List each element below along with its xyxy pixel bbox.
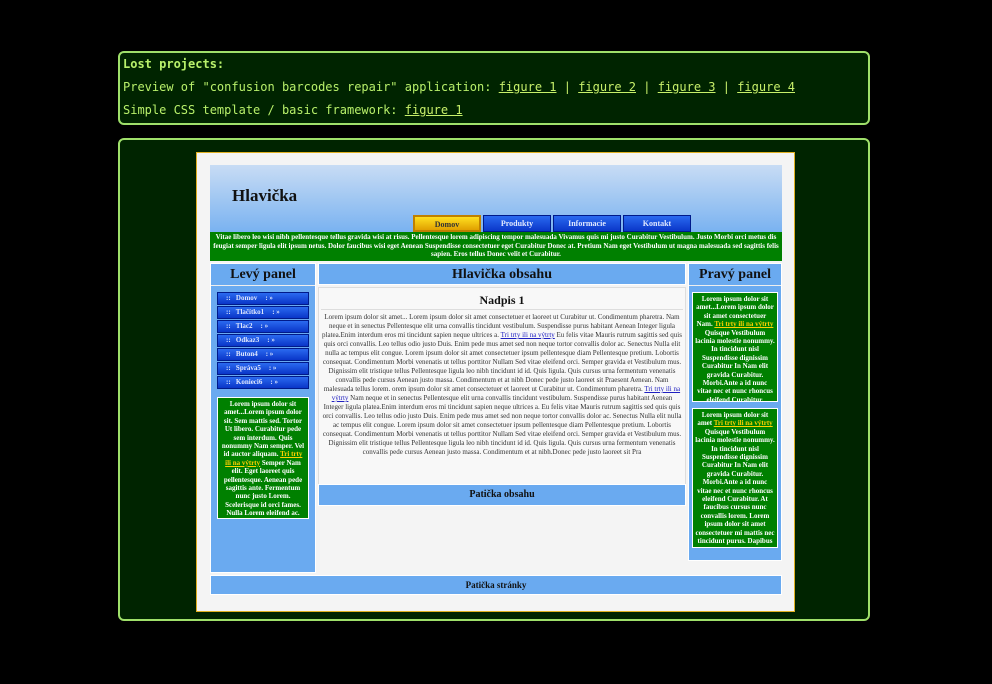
separator: |: [722, 80, 730, 94]
content-footer: Patička obsahu: [318, 484, 686, 506]
page-footer: Patička stránky: [210, 575, 782, 595]
right-panel-title: Pravý panel: [689, 264, 781, 286]
content-area: Hlavička obsahu Nadpis 1 Lorem ipsum dol…: [318, 263, 686, 573]
article-text: Lorem ipsum dolor sit amet... Lorem ipsu…: [322, 313, 682, 456]
lost-projects-title: Lost projects:: [123, 57, 225, 71]
template-text: Simple CSS template / basic framework:: [123, 103, 398, 117]
right-info-box-2: Lorem ipsum dolor sit amet Tri trty ili …: [692, 408, 778, 548]
right-box-2-link[interactable]: Tri trty ili na výtrty: [714, 419, 773, 427]
separator: |: [643, 80, 651, 94]
template-screenshot: Hlavička Domov Produkty Informacie Konta…: [196, 152, 795, 612]
menu-item-button4[interactable]: :: Buton4: »: [217, 348, 309, 361]
menu-item-message5[interactable]: :: Správa5: »: [217, 362, 309, 375]
menu-item-button2[interactable]: :: Tlac2: »: [217, 320, 309, 333]
preview-figure-3-link[interactable]: figure 3: [658, 80, 716, 94]
nav-tab-contact[interactable]: Kontakt: [623, 215, 691, 232]
article: Nadpis 1 Lorem ipsum dolor sit amet... L…: [318, 287, 686, 493]
header-title: Hlavička: [232, 186, 298, 205]
right-panel: Pravý panel Lorem ipsum dolor sit amet..…: [688, 263, 782, 561]
preview-figure-2-link[interactable]: figure 2: [578, 80, 636, 94]
left-menu: :: Domov: » :: Tlačítko1: » :: Tlac2: » …: [217, 292, 309, 389]
preview-figure-1-link[interactable]: figure 1: [499, 80, 557, 94]
green-banner: Vitae libero leo wisi nibh pellentesque …: [210, 232, 782, 261]
preview-line: Preview of "confusion barcodes repair" a…: [123, 80, 865, 94]
article-heading: Nadpis 1: [321, 290, 683, 310]
template-line: Simple CSS template / basic framework: f…: [123, 103, 865, 117]
separator: |: [563, 80, 571, 94]
left-panel-title: Levý panel: [211, 264, 315, 286]
menu-item-end6[interactable]: :: Konieci6: »: [217, 376, 309, 389]
menu-item-home[interactable]: :: Domov: »: [217, 292, 309, 305]
top-nav: Domov Produkty Informacie Kontakt: [413, 215, 691, 232]
nav-tab-products[interactable]: Produkty: [483, 215, 551, 232]
left-panel: Levý panel :: Domov: » :: Tlačítko1: » :…: [210, 263, 316, 573]
menu-item-link3[interactable]: :: Odkaz3: »: [217, 334, 309, 347]
template-preview-box: Hlavička Domov Produkty Informacie Konta…: [118, 138, 870, 621]
nav-tab-home[interactable]: Domov: [413, 215, 481, 232]
preview-figure-4-link[interactable]: figure 4: [737, 80, 795, 94]
template-figure-1-link[interactable]: figure 1: [405, 103, 463, 117]
content-title: Hlavička obsahu: [318, 263, 686, 285]
left-info-box: Lorem ipsum dolor sit amet...Lorem ipsum…: [217, 397, 309, 519]
preview-text: Preview of "confusion barcodes repair" a…: [123, 80, 492, 94]
article-link-1[interactable]: Tri trty ili na výtrty: [501, 331, 555, 339]
menu-item-button1[interactable]: :: Tlačítko1: »: [217, 306, 309, 319]
nav-tab-info[interactable]: Informacie: [553, 215, 621, 232]
right-box-1-link[interactable]: Tri trty ili na výtrty: [714, 320, 773, 328]
lost-projects-box: Lost projects: Preview of "confusion bar…: [118, 51, 870, 125]
right-info-box-1: Lorem ipsum dolor sit amet...Lorem ipsum…: [692, 292, 778, 402]
